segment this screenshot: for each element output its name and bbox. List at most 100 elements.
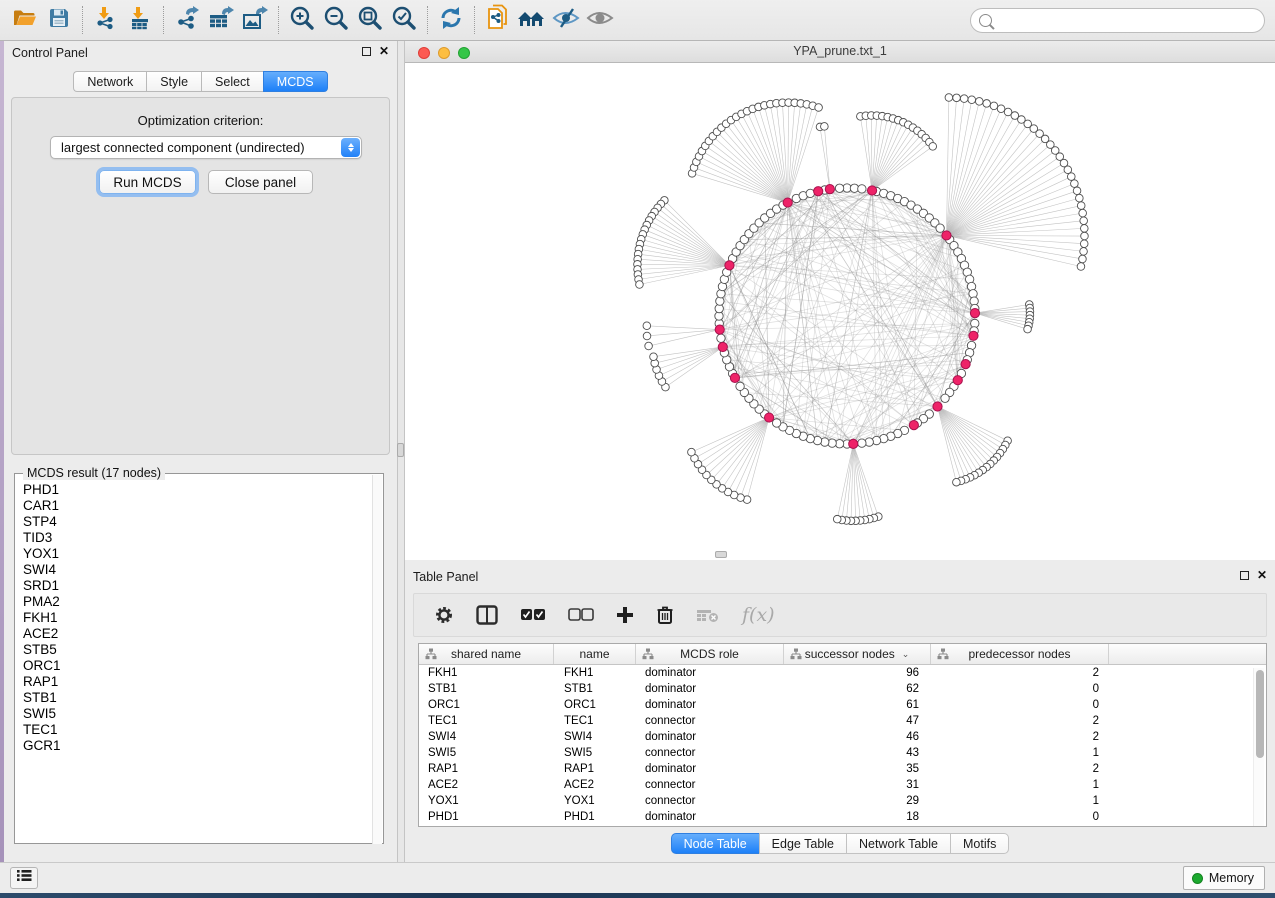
show-column-panel-icon[interactable] — [476, 605, 498, 625]
tab-edge-table[interactable]: Edge Table — [759, 833, 846, 854]
network-window-titlebar[interactable]: YPA_prune.txt_1 — [405, 41, 1275, 63]
zoom-in-button[interactable] — [285, 5, 319, 35]
close-panel-icon[interactable]: ✕ — [1257, 571, 1267, 580]
task-history-button[interactable] — [10, 867, 38, 889]
clone-network-button[interactable] — [481, 5, 515, 35]
tab-style[interactable]: Style — [146, 71, 201, 92]
list-item[interactable]: SWI5 — [23, 706, 371, 722]
tab-node-table[interactable]: Node Table — [671, 833, 759, 854]
list-item[interactable]: GCR1 — [23, 738, 371, 754]
refresh-button[interactable] — [434, 5, 468, 35]
tab-network-table[interactable]: Network Table — [846, 833, 950, 854]
table-row[interactable]: FKH1FKH1dominator962 — [419, 665, 1266, 681]
column-label: successor nodes — [805, 647, 895, 661]
list-item[interactable]: SWI4 — [23, 562, 371, 578]
list-item[interactable]: TID3 — [23, 530, 371, 546]
optimization-criterion-label: Optimization criterion: — [12, 113, 389, 128]
column-header-filler — [1109, 644, 1266, 664]
shared-column-icon — [937, 648, 949, 663]
shared-column-icon — [642, 648, 654, 663]
shared-column-icon — [425, 648, 437, 663]
zoom-fit-icon — [357, 5, 383, 36]
zoom-fit-button[interactable] — [353, 5, 387, 35]
select-all-columns-icon[interactable] — [520, 608, 546, 622]
delete-column-icon[interactable] — [656, 605, 674, 625]
run-mcds-button[interactable]: Run MCDS — [99, 170, 196, 194]
vertical-splitter[interactable] — [397, 41, 405, 862]
close-panel-icon[interactable]: ✕ — [379, 47, 389, 56]
table-row[interactable]: YOX1YOX1connector291 — [419, 793, 1266, 809]
table-row[interactable]: PHD1PHD1dominator180 — [419, 809, 1266, 825]
table-row[interactable]: ORC1ORC1dominator610 — [419, 697, 1266, 713]
import-table-button[interactable] — [123, 5, 157, 35]
sort-chevron-icon[interactable]: ⌄ — [902, 649, 910, 660]
column-label: name — [579, 647, 609, 661]
list-item[interactable]: FKH1 — [23, 610, 371, 626]
table-row[interactable]: SWI5SWI5connector431 — [419, 745, 1266, 761]
tab-mcds[interactable]: MCDS — [263, 71, 328, 92]
open-session-button[interactable] — [8, 5, 42, 35]
column-header-successor-nodes[interactable]: successor nodes ⌄ — [784, 644, 931, 664]
zoom-out-button[interactable] — [319, 5, 353, 35]
function-builder-icon-disabled: f(x) — [742, 604, 775, 626]
list-item[interactable]: TEC1 — [23, 722, 371, 738]
list-item[interactable]: SRD1 — [23, 578, 371, 594]
memory-button[interactable]: Memory — [1183, 866, 1265, 890]
export-table-button[interactable] — [204, 5, 238, 35]
column-header-mcds-role[interactable]: MCDS role — [636, 644, 784, 664]
network-canvas[interactable] — [405, 63, 1275, 560]
list-item[interactable]: PHD1 — [23, 482, 371, 498]
export-image-button[interactable] — [238, 5, 272, 35]
hide-graphics-button[interactable] — [549, 5, 583, 35]
unselect-all-columns-icon[interactable] — [568, 608, 594, 622]
show-graphics-button[interactable] — [583, 5, 617, 35]
network-overview-button[interactable] — [515, 5, 549, 35]
table-scrollbar[interactable] — [1253, 668, 1264, 826]
list-item[interactable]: STB5 — [23, 642, 371, 658]
list-item[interactable]: STB1 — [23, 690, 371, 706]
table-row[interactable]: RAP1RAP1dominator352 — [419, 761, 1266, 777]
close-panel-button[interactable]: Close panel — [208, 170, 313, 194]
tab-select[interactable]: Select — [201, 71, 263, 92]
eye-slash-icon — [552, 7, 580, 34]
column-label: predecessor nodes — [968, 647, 1070, 661]
mcds-result-list[interactable]: PHD1 CAR1 STP4 TID3 YOX1 SWI4 SRD1 PMA2 … — [17, 482, 371, 841]
table-row[interactable]: SWI4SWI4dominator462 — [419, 729, 1266, 745]
splitter-grip[interactable] — [397, 443, 404, 457]
list-item[interactable]: RAP1 — [23, 674, 371, 690]
search-input[interactable] — [992, 14, 1264, 28]
column-header-name[interactable]: name — [554, 644, 636, 664]
splitter-grip[interactable] — [715, 551, 727, 558]
list-item[interactable]: STP4 — [23, 514, 371, 530]
list-item[interactable]: ACE2 — [23, 626, 371, 642]
tab-network[interactable]: Network — [73, 71, 146, 92]
table-row[interactable]: TEC1TEC1connector472 — [419, 713, 1266, 729]
houses-icon — [517, 7, 547, 34]
add-column-icon[interactable] — [616, 606, 634, 624]
column-header-shared-name[interactable]: shared name — [419, 644, 554, 664]
scrollbar-thumb[interactable] — [1256, 670, 1264, 758]
table-row[interactable]: STB1STB1dominator620 — [419, 681, 1266, 697]
column-header-predecessor-nodes[interactable]: predecessor nodes — [931, 644, 1109, 664]
table-row[interactable]: ACE2ACE2connector311 — [419, 777, 1266, 793]
list-item[interactable]: PMA2 — [23, 594, 371, 610]
tab-motifs[interactable]: Motifs — [950, 833, 1009, 854]
float-panel-icon[interactable] — [1240, 571, 1249, 580]
export-network-button[interactable] — [170, 5, 204, 35]
mcds-list-scrollbar[interactable] — [372, 475, 382, 844]
float-panel-icon[interactable] — [362, 47, 371, 56]
refresh-icon — [438, 5, 464, 36]
search-box[interactable] — [970, 8, 1265, 33]
list-item[interactable]: ORC1 — [23, 658, 371, 674]
network-view-window: YPA_prune.txt_1 — [405, 41, 1275, 560]
node-table[interactable]: shared name name MCDS role successor nod… — [418, 643, 1267, 827]
import-network-button[interactable] — [89, 5, 123, 35]
import-table-icon — [128, 6, 152, 35]
optimization-criterion-select[interactable]: largest connected component (undirected) — [50, 136, 362, 159]
save-session-button[interactable] — [42, 5, 76, 35]
list-item[interactable]: CAR1 — [23, 498, 371, 514]
settings-gear-icon[interactable] — [434, 605, 454, 625]
import-network-icon — [94, 6, 118, 35]
list-item[interactable]: YOX1 — [23, 546, 371, 562]
zoom-selected-button[interactable] — [387, 5, 421, 35]
